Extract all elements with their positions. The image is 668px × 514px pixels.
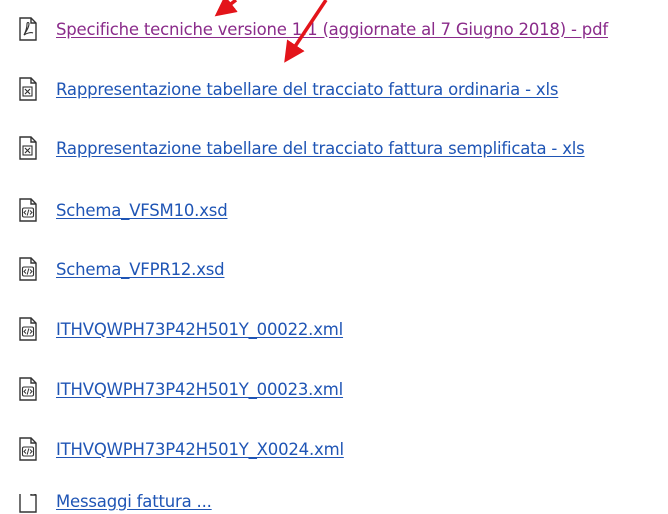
file-list-item: ITHVQWPH73P42H501Y_00022.xml xyxy=(18,314,343,344)
file-list-item: Schema_VFSM10.xsd xyxy=(18,195,228,225)
file-link[interactable]: ITHVQWPH73P42H501Y_X0024.xml xyxy=(56,440,344,459)
file-link[interactable]: Rappresentazione tabellare del tracciato… xyxy=(56,139,585,158)
file-link[interactable]: Specifiche tecniche versione 1.1 (aggior… xyxy=(56,20,608,39)
file-link[interactable]: ITHVQWPH73P42H501Y_00023.xml xyxy=(56,380,343,399)
file-list-item: Messaggi fattura ... xyxy=(18,494,212,514)
file-link[interactable]: Rappresentazione tabellare del tracciato… xyxy=(56,80,558,99)
file-list-item: ITHVQWPH73P42H501Y_00023.xml xyxy=(18,374,343,404)
code-file-icon xyxy=(18,198,38,222)
xls-file-icon xyxy=(18,77,38,101)
arrow-1 xyxy=(214,0,238,17)
file-link[interactable]: Schema_VFSM10.xsd xyxy=(56,201,228,220)
file-link[interactable]: Messaggi fattura ... xyxy=(56,494,212,511)
file-link[interactable]: Schema_VFPR12.xsd xyxy=(56,260,225,279)
file-list-item: Schema_VFPR12.xsd xyxy=(18,254,225,284)
file-list-item: ITHVQWPH73P42H501Y_X0024.xml xyxy=(18,434,344,464)
code-file-icon xyxy=(18,377,38,401)
code-file-icon xyxy=(18,257,38,281)
file-link[interactable]: ITHVQWPH73P42H501Y_00022.xml xyxy=(56,320,343,339)
xls-file-icon xyxy=(18,136,38,160)
code-file-icon xyxy=(18,494,38,513)
file-list-item-partial: Messaggi fattura ... xyxy=(0,494,668,514)
code-file-icon xyxy=(18,437,38,461)
pdf-file-icon xyxy=(18,17,38,41)
code-file-icon xyxy=(18,317,38,341)
file-list-item: Rappresentazione tabellare del tracciato… xyxy=(18,133,585,163)
file-list-item: Rappresentazione tabellare del tracciato… xyxy=(18,74,558,104)
file-list-item: Specifiche tecniche versione 1.1 (aggior… xyxy=(18,14,608,44)
